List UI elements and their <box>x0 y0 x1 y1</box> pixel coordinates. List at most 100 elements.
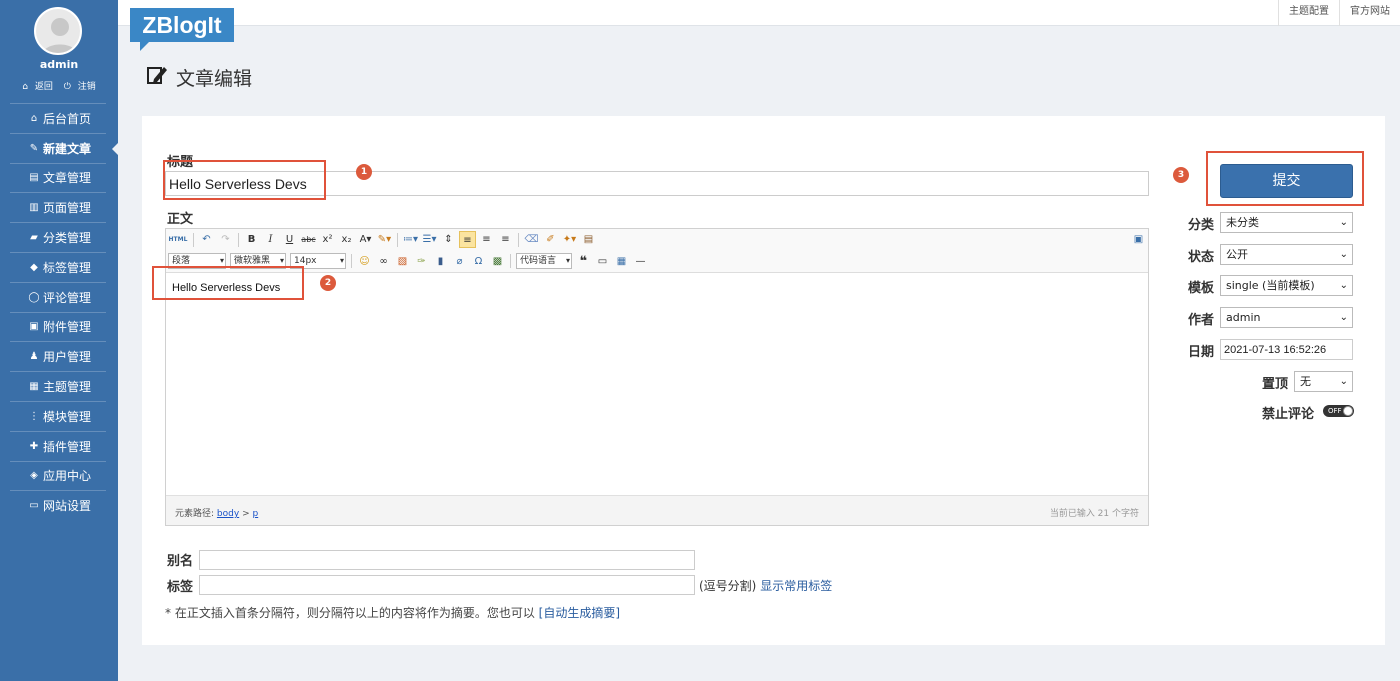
toolbar-separator <box>397 232 398 247</box>
save-icon[interactable]: ▮ <box>432 253 449 270</box>
unordered-list-icon[interactable]: ☰▾ <box>421 231 438 248</box>
module-icon: ⋮ <box>29 410 39 422</box>
insert-image-icon[interactable]: ▩ <box>489 253 506 270</box>
sidebar-item-site-settings[interactable]: ▭ 网站设置 <box>10 490 106 520</box>
rich-text-editor: HTML ↶ ↷ B I U abc x² x₂ A▾ ✎▾ ≔▾ ☰▾ ⇕ ≡… <box>165 228 1149 526</box>
link-icon[interactable]: ∞ <box>375 253 392 270</box>
paperclip-icon[interactable]: ⌀ <box>451 253 468 270</box>
pin-top-label: 置顶 <box>1262 377 1289 392</box>
eraser-icon[interactable]: ⌫ <box>523 231 540 248</box>
title-input[interactable] <box>165 171 1149 196</box>
html-source-button[interactable]: HTML <box>167 231 189 248</box>
strikethrough-icon[interactable]: abc <box>300 231 317 248</box>
submit-button[interactable]: 提交 <box>1220 164 1353 198</box>
align-center-icon[interactable]: ≡ <box>478 231 495 248</box>
sidebar-item-new-article[interactable]: ✎ 新建文章 <box>10 132 118 163</box>
back-link[interactable]: ⌂ 返回 <box>20 82 55 92</box>
pin-top-select[interactable]: 无 ⌄ <box>1294 371 1353 392</box>
horizontal-rule-icon[interactable]: — <box>632 253 649 270</box>
sidebar-item-comment-manage[interactable]: ◯ 评论管理 <box>10 281 106 312</box>
editor-status-bar: 元素路径: body > p 当前已输入 21 个字符 <box>166 495 1148 525</box>
status-label: 状态 <box>1188 250 1215 265</box>
paste-icon[interactable]: ▤ <box>580 231 597 248</box>
font-size-select[interactable]: 14px <box>290 253 346 269</box>
sidebar-item-app-center[interactable]: ◈ 应用中心 <box>10 460 106 491</box>
sidebar-item-page-manage[interactable]: ▥ 页面管理 <box>10 192 106 222</box>
page-title: 文章编辑 <box>146 64 252 91</box>
sidebar-item-tag-manage[interactable]: ◆ 标签管理 <box>10 251 106 282</box>
bold-icon[interactable]: B <box>243 231 260 248</box>
chevron-down-icon: ⌄ <box>1339 376 1348 387</box>
chevron-down-icon: ⌄ <box>1339 249 1348 260</box>
top-bar: 主题配置 官方网站 <box>118 0 1400 26</box>
line-height-icon[interactable]: ⇕ <box>440 231 457 248</box>
disable-comment-toggle[interactable]: OFF <box>1323 405 1354 417</box>
date-input[interactable] <box>1220 339 1353 360</box>
font-family-select[interactable]: 微软雅黑 <box>230 253 286 269</box>
home-icon: ⌂ <box>22 82 28 92</box>
logout-link[interactable]: ⏻ 注销 <box>62 82 98 92</box>
status-select[interactable]: 公开 ⌄ <box>1220 244 1353 265</box>
subscript-icon[interactable]: x₂ <box>338 231 355 248</box>
blockquote-icon[interactable]: ❝ <box>575 253 592 270</box>
undo-icon[interactable]: ↶ <box>198 231 215 248</box>
annotation-marker-1: 1 <box>356 164 372 180</box>
attachment-icon[interactable]: ✑ <box>413 253 430 270</box>
code-block-icon[interactable]: ▭ <box>594 253 611 270</box>
toolbar-separator <box>238 232 239 247</box>
sidebar-item-user-manage[interactable]: ♟ 用户管理 <box>10 341 106 371</box>
italic-icon[interactable]: I <box>262 231 279 248</box>
image-icon[interactable]: ▧ <box>394 253 411 270</box>
show-common-tags-link[interactable]: 显示常用标签 <box>760 579 832 593</box>
ordered-list-icon[interactable]: ≔▾ <box>402 231 419 248</box>
official-site-link[interactable]: 官方网站 <box>1339 0 1400 26</box>
sidebar-item-category-manage[interactable]: ▰ 分类管理 <box>10 222 106 252</box>
path-body-link[interactable]: body <box>217 509 239 519</box>
chevron-down-icon: ⌄ <box>1339 217 1348 228</box>
category-select[interactable]: 未分类 ⌄ <box>1220 212 1353 233</box>
special-char-icon[interactable]: Ω <box>470 253 487 270</box>
sidebar-item-dashboard[interactable]: ⌂ 后台首页 <box>10 103 106 133</box>
path-p-link[interactable]: p <box>252 509 258 519</box>
alias-input[interactable] <box>199 550 695 570</box>
superscript-icon[interactable]: x² <box>319 231 336 248</box>
sidebar-item-plugin-manage[interactable]: ✚ 插件管理 <box>10 430 106 461</box>
format-brush-icon[interactable]: ✐ <box>542 231 559 248</box>
theme-icon: ▦ <box>29 381 39 393</box>
plugin-icon: ✚ <box>29 440 39 452</box>
template-select[interactable]: single (当前模板) ⌄ <box>1220 275 1353 296</box>
annotation-marker-2: 2 <box>320 275 336 291</box>
paragraph-select[interactable]: 段落 <box>168 253 226 269</box>
align-right-icon[interactable]: ≡ <box>497 231 514 248</box>
window-icon: ▭ <box>29 500 39 512</box>
toggle-knob <box>1343 406 1353 416</box>
underline-icon[interactable]: U <box>281 231 298 248</box>
user-avatar-icon <box>42 18 78 53</box>
author-label: 作者 <box>1188 313 1215 328</box>
editor-content[interactable]: Hello Serverless Devs <box>166 274 1148 494</box>
sidebar-item-attachment-manage[interactable]: ▣ 附件管理 <box>10 311 106 342</box>
cube-icon: ◈ <box>30 470 38 482</box>
emoji-icon[interactable]: ☺ <box>356 253 373 270</box>
home-icon: ⌂ <box>30 112 38 124</box>
highlight-icon[interactable]: ✎▾ <box>376 231 393 248</box>
toolbar-separator <box>518 232 519 247</box>
auto-summary-link[interactable]: [自动生成摘要] <box>539 606 620 620</box>
tags-input[interactable] <box>199 575 695 595</box>
sidebar-item-module-manage[interactable]: ⋮ 模块管理 <box>10 400 106 431</box>
author-select[interactable]: admin ⌄ <box>1220 307 1353 328</box>
avatar[interactable] <box>34 7 82 55</box>
align-left-icon[interactable]: ≡ <box>459 231 476 248</box>
fullscreen-icon[interactable]: ▣ <box>1130 231 1147 248</box>
toolbar-separator <box>351 254 352 268</box>
table-icon[interactable]: ▦ <box>613 253 630 270</box>
theme-config-link[interactable]: 主题配置 <box>1278 0 1339 26</box>
font-color-icon[interactable]: A▾ <box>357 231 374 248</box>
code-language-select[interactable]: 代码语言 <box>516 253 572 269</box>
sidebar-item-theme-manage[interactable]: ▦ 主题管理 <box>10 371 106 401</box>
sidebar-item-article-manage[interactable]: ▤ 文章管理 <box>10 162 106 193</box>
magic-format-icon[interactable]: ✦▾ <box>561 231 578 248</box>
redo-icon[interactable]: ↷ <box>217 231 234 248</box>
logo[interactable]: ZBlogIt <box>130 8 234 51</box>
summary-note: * 在正文插入首条分隔符，则分隔符以上的内容将作为摘要。您也可以 [自动生成摘要… <box>165 606 621 620</box>
